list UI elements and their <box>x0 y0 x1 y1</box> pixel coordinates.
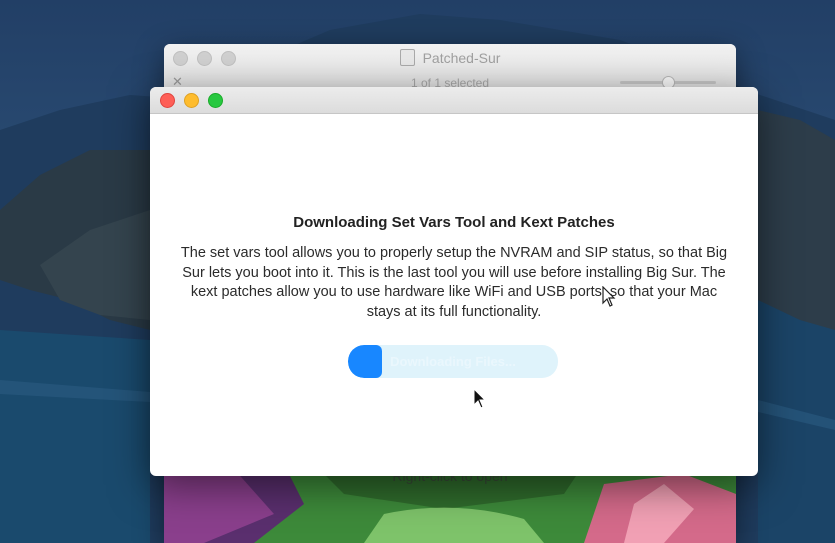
pointer-cursor-icon <box>473 388 487 409</box>
dialog-titlebar[interactable] <box>150 87 758 114</box>
download-progress-bar: Downloading Files... <box>348 345 558 378</box>
finder-window-title: Patched-Sur <box>164 49 736 66</box>
download-progress-label: Downloading Files... <box>390 354 516 369</box>
minimize-button[interactable] <box>184 93 199 108</box>
text-cursor-icon <box>602 286 616 307</box>
zoom-button[interactable] <box>208 93 223 108</box>
disk-icon <box>399 49 415 66</box>
dialog-heading: Downloading Set Vars Tool and Kext Patch… <box>293 214 615 231</box>
close-button[interactable] <box>160 93 175 108</box>
finder-title-text: Patched-Sur <box>422 50 501 66</box>
icon-size-slider[interactable] <box>620 76 716 89</box>
patcher-dialog-window: Downloading Set Vars Tool and Kext Patch… <box>150 87 758 476</box>
dialog-description: The set vars tool allows you to properly… <box>180 245 728 320</box>
